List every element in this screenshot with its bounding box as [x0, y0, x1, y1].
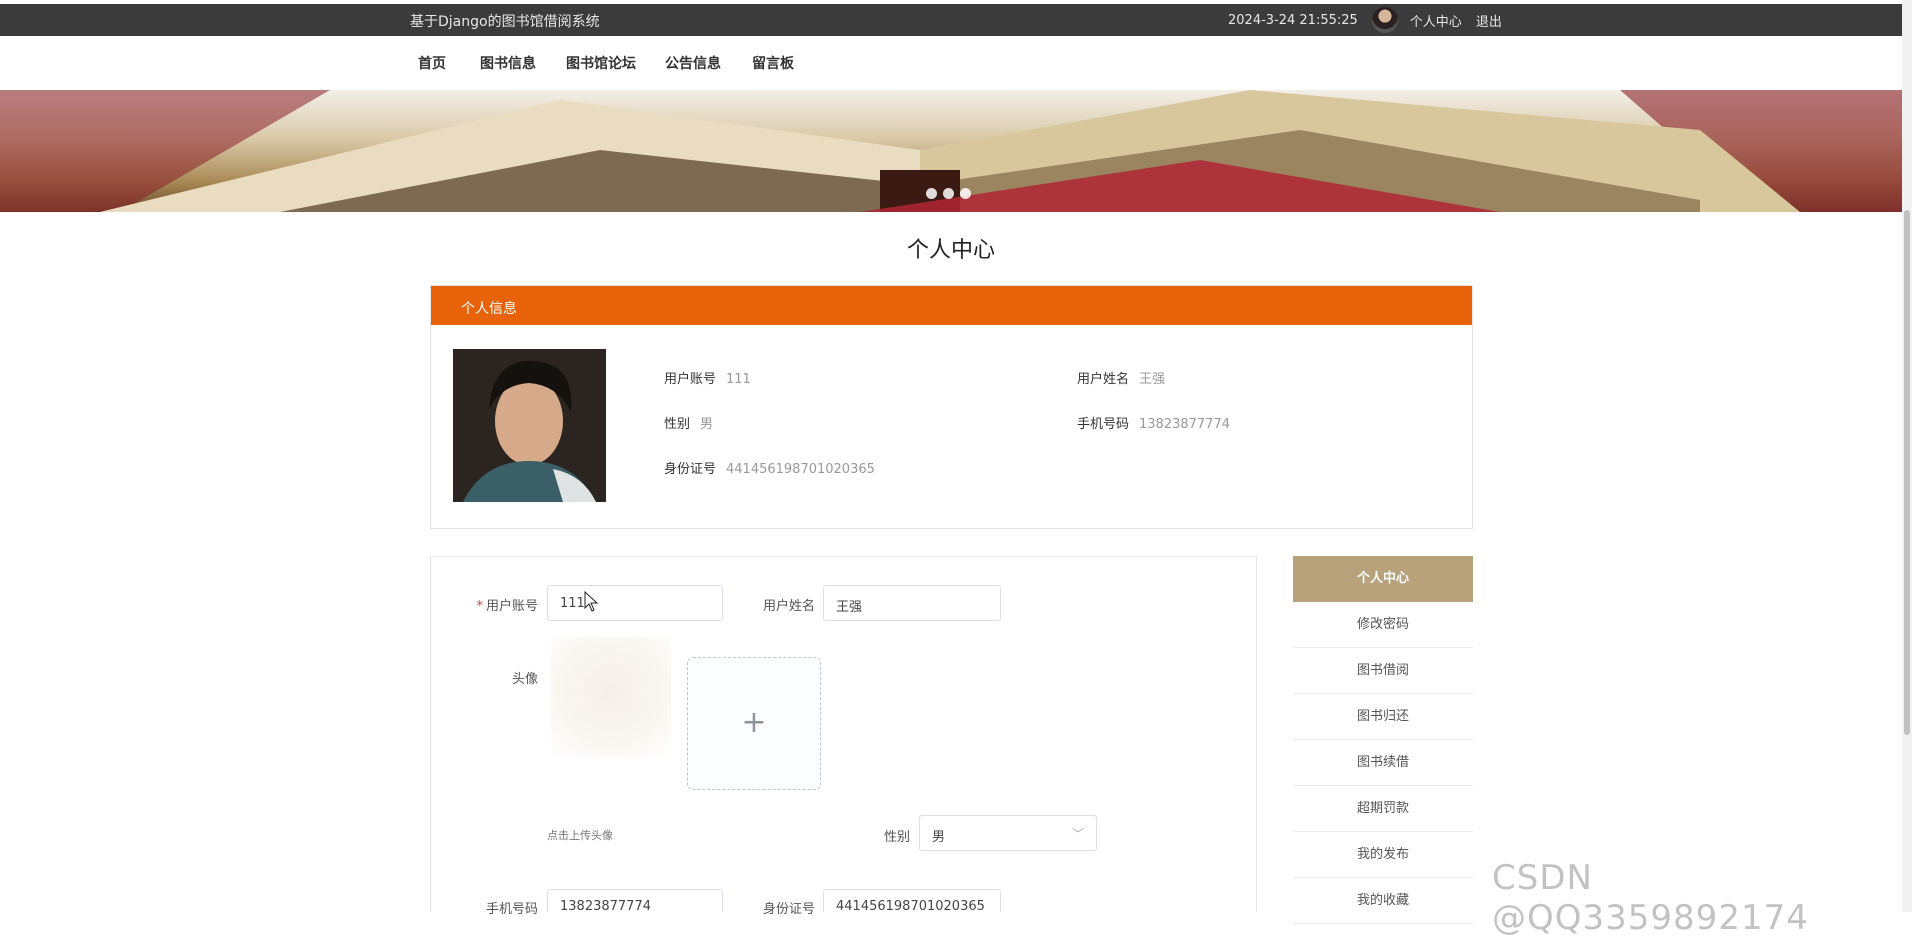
info-phone: 手机号码 13823877774 — [1077, 417, 1230, 432]
avatar-label: 头像 — [511, 672, 538, 687]
carousel-dot[interactable] — [926, 188, 937, 199]
carousel-dots — [926, 188, 971, 199]
name-label: 用户姓名 — [762, 599, 815, 614]
main-nav: 首页 图书信息 图书馆论坛 公告信息 留言板 — [0, 36, 1902, 90]
personal-info-header: 个人信息 — [431, 286, 1472, 325]
site-title: 基于Django的图书馆借阅系统 — [410, 14, 600, 30]
info-account: 用户账号 111 — [664, 372, 751, 387]
top-bar-right: 2024-3-24 21:55:25 个人中心 退出 — [1228, 7, 1516, 33]
name-input[interactable]: 王强 — [823, 585, 1001, 621]
side-menu: 个人中心 修改密码 图书借阅 图书归还 图书续借 超期罚款 我的发布 我的收藏 — [1293, 556, 1473, 924]
nav-item-forum[interactable]: 图书馆论坛 — [566, 53, 636, 73]
side-menu-renew[interactable]: 图书续借 — [1293, 740, 1473, 786]
personal-info-card: 个人信息 用户账号 111 用户姓名 王强 性别男 手机号码 13823877774 … — [430, 285, 1473, 529]
side-menu-return[interactable]: 图书归还 — [1293, 694, 1473, 740]
account-input[interactable]: 111 — [547, 585, 723, 621]
nav-item-books[interactable]: 图书信息 — [480, 53, 536, 73]
upload-hint: 点击上传头像 — [547, 829, 613, 842]
gender-select[interactable]: 男 ﹀ — [919, 815, 1097, 851]
top-bar: 基于Django的图书馆借阅系统 2024-3-24 21:55:25 个人中心… — [0, 4, 1902, 36]
avatar[interactable] — [1371, 7, 1398, 33]
side-menu-fines[interactable]: 超期罚款 — [1293, 786, 1473, 832]
info-name: 用户姓名 王强 — [1077, 372, 1166, 387]
page-scrollbar[interactable] — [1902, 0, 1912, 912]
side-menu-personal-center[interactable]: 个人中心 — [1293, 556, 1473, 602]
id-number-input[interactable]: 441456198701020365 — [823, 889, 1001, 914]
phone-input[interactable]: 13823877774 — [547, 889, 723, 914]
nav-item-guestbook[interactable]: 留言板 — [752, 53, 794, 73]
carousel-dot[interactable] — [960, 188, 971, 199]
gender-label: 性别 — [883, 830, 910, 845]
datetime: 2024-3-24 21:55:25 — [1228, 12, 1358, 28]
avatar-upload-button[interactable]: + — [687, 657, 821, 790]
chevron-down-icon: ﹀ — [1071, 827, 1084, 841]
watermark: CSDN @QQ3359892174 — [1492, 858, 1809, 938]
info-id-number: 身份证号 441456198701020365 — [664, 462, 875, 477]
id-number-label: 身份证号 — [762, 902, 815, 917]
scrollbar-thumb[interactable] — [1904, 210, 1910, 735]
side-menu-my-favorites[interactable]: 我的收藏 — [1293, 878, 1473, 924]
plus-icon: + — [741, 705, 767, 740]
account-label: * 用户账号 — [476, 599, 538, 614]
info-gender: 性别男 — [664, 417, 714, 432]
page-title: 个人中心 — [906, 238, 995, 263]
mouse-cursor-icon — [584, 591, 599, 612]
side-menu-borrow[interactable]: 图书借阅 — [1293, 648, 1473, 694]
side-menu-change-password[interactable]: 修改密码 — [1293, 602, 1473, 648]
side-menu-my-posts[interactable]: 我的发布 — [1293, 832, 1473, 878]
phone-label: 手机号码 — [485, 902, 538, 917]
logout-link[interactable]: 退出 — [1476, 11, 1502, 30]
avatar-preview — [551, 637, 671, 757]
carousel-dot[interactable] — [943, 188, 954, 199]
nav-item-announcements[interactable]: 公告信息 — [665, 53, 721, 73]
nav-item-home[interactable]: 首页 — [418, 53, 446, 73]
profile-photo — [453, 349, 606, 502]
personal-center-link[interactable]: 个人中心 — [1410, 11, 1462, 30]
